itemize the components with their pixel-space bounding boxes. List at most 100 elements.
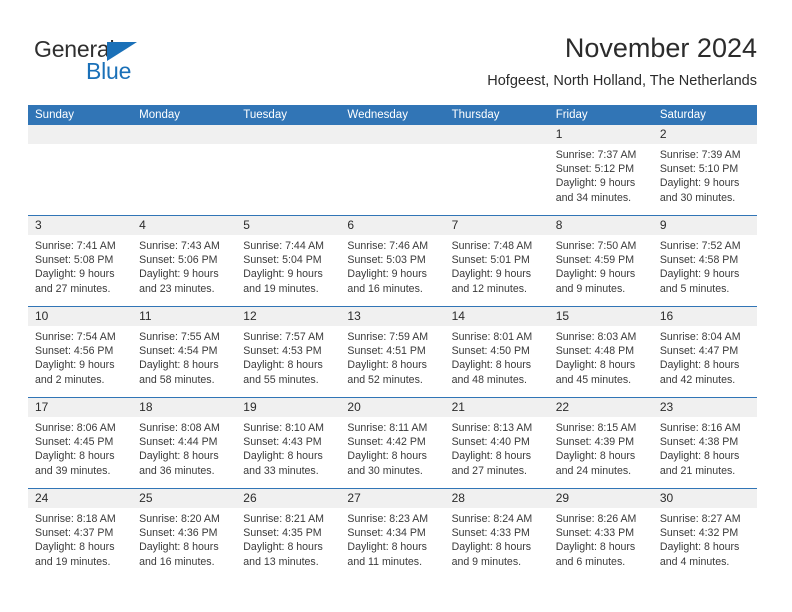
day-number[interactable]: 14 (445, 307, 549, 326)
day-detail-line: Sunrise: 8:26 AM (555, 513, 637, 525)
day-cell[interactable]: Sunrise: 8:23 AM Sunset: 4:34 PM Daylight:… (340, 508, 444, 579)
calendar-week-row: 24 25 26 27 28 29 30 Sunrise: 8:18 AM Sunset: 4:… (28, 488, 757, 579)
general-blue-logo[interactable]: General Blue (34, 36, 264, 88)
day-number[interactable]: 28 (445, 489, 549, 508)
day-detail-line: Sunrise: 8:27 AM (659, 513, 741, 525)
day-cell[interactable]: Sunrise: 7:55 AM Sunset: 4:54 PM Daylight:… (132, 326, 236, 397)
day-number[interactable]: 29 (549, 489, 653, 508)
day-detail-line: Sunset: 4:51 PM (347, 345, 426, 358)
day-number[interactable]: 25 (132, 489, 236, 508)
day-cell[interactable]: Sunrise: 8:11 AM Sunset: 4:42 PM Daylight:… (340, 417, 444, 488)
day-cell[interactable]: Sunrise: 7:59 AM Sunset: 4:51 PM Daylight:… (340, 326, 444, 397)
day-detail-line: Daylight: 8 hours (555, 541, 636, 554)
page-header: General Blue November 2024 Hofgeest, Nor… (0, 0, 792, 100)
day-number[interactable]: 9 (653, 216, 757, 235)
day-detail-line: and 30 minutes. (347, 464, 423, 477)
day-detail-line: Daylight: 9 hours (555, 177, 636, 190)
day-number[interactable]: 13 (340, 307, 444, 326)
day-cell[interactable]: Sunrise: 7:41 AM Sunset: 5:08 PM Daylight:… (28, 235, 132, 306)
day-number[interactable]: 16 (653, 307, 757, 326)
day-number[interactable]: 21 (445, 398, 549, 417)
day-cell[interactable]: Sunrise: 8:24 AM Sunset: 4:33 PM Daylight:… (445, 508, 549, 579)
day-cell[interactable]: Sunrise: 7:39 AM Sunset: 5:10 PM Daylight:… (653, 144, 757, 215)
day-cell[interactable]: Sunrise: 8:13 AM Sunset: 4:40 PM Daylight:… (445, 417, 549, 488)
day-cell[interactable]: Sunrise: 7:44 AM Sunset: 5:04 PM Daylight:… (236, 235, 340, 306)
day-cell[interactable]: Sunrise: 8:18 AM Sunset: 4:37 PM Daylight:… (28, 508, 132, 579)
day-number[interactable]: 24 (28, 489, 132, 508)
day-cell[interactable]: Sunrise: 8:10 AM Sunset: 4:43 PM Daylight:… (236, 417, 340, 488)
empty-day-cell (340, 144, 444, 215)
day-number[interactable]: 1 (549, 125, 653, 144)
day-header-sunday: Sunday (35, 109, 75, 121)
day-detail-line: Daylight: 9 hours (35, 359, 115, 372)
day-cell[interactable]: Sunrise: 8:27 AM Sunset: 4:32 PM Daylight:… (653, 508, 757, 579)
day-detail-line: Sunset: 4:58 PM (659, 254, 739, 267)
day-cell[interactable]: Sunrise: 8:15 AM Sunset: 4:39 PM Daylight:… (549, 417, 653, 488)
day-cell[interactable]: Sunrise: 7:37 AM Sunset: 5:12 PM Daylight:… (549, 144, 653, 215)
day-detail-line: Daylight: 8 hours (243, 359, 323, 372)
day-cell[interactable]: Sunrise: 7:43 AM Sunset: 5:06 PM Daylight:… (132, 235, 236, 306)
day-detail-line: Sunrise: 8:16 AM (659, 422, 741, 434)
day-number[interactable]: 6 (340, 216, 444, 235)
day-number[interactable]: 2 (653, 125, 757, 144)
day-cell[interactable]: Sunrise: 8:26 AM Sunset: 4:33 PM Daylight:… (549, 508, 653, 579)
day-cell[interactable]: Sunrise: 8:06 AM Sunset: 4:45 PM Daylight:… (28, 417, 132, 488)
day-number[interactable]: 27 (340, 489, 444, 508)
day-number[interactable]: 7 (445, 216, 549, 235)
day-detail-line: Sunset: 4:35 PM (243, 527, 322, 540)
day-cell[interactable]: Sunrise: 7:50 AM Sunset: 4:59 PM Daylight:… (549, 235, 653, 306)
day-number[interactable]: 8 (549, 216, 653, 235)
day-number[interactable]: 19 (236, 398, 340, 417)
day-cell[interactable]: Sunrise: 8:04 AM Sunset: 4:47 PM Daylight:… (653, 326, 757, 397)
day-cell[interactable]: Sunrise: 8:16 AM Sunset: 4:38 PM Daylight:… (653, 417, 757, 488)
day-number[interactable]: 11 (132, 307, 236, 326)
week-date-band: 17 18 19 20 21 22 23 (28, 398, 757, 417)
day-cell[interactable]: Sunrise: 8:21 AM Sunset: 4:35 PM Daylight:… (236, 508, 340, 579)
empty-day-cell (28, 144, 132, 215)
day-number[interactable]: 17 (28, 398, 132, 417)
day-number[interactable]: 15 (549, 307, 653, 326)
day-detail-line: Daylight: 8 hours (139, 450, 219, 463)
day-detail-line: Sunrise: 8:11 AM (347, 422, 428, 434)
day-number[interactable]: 22 (549, 398, 653, 417)
day-number[interactable]: 5 (236, 216, 340, 235)
day-number[interactable]: 3 (28, 216, 132, 235)
day-header-tuesday: Tuesday (243, 109, 287, 121)
day-number[interactable]: 26 (236, 489, 340, 508)
week-date-band: 3456789 (28, 216, 757, 235)
day-number[interactable]: 18 (132, 398, 236, 417)
day-number[interactable]: 30 (653, 489, 757, 508)
day-detail-line: Daylight: 8 hours (139, 359, 219, 372)
day-detail-line: Sunrise: 7:41 AM (35, 240, 116, 252)
day-number[interactable]: 4 (132, 216, 236, 235)
day-cell[interactable]: Sunrise: 7:57 AM Sunset: 4:53 PM Daylight:… (236, 326, 340, 397)
week-detail-band: Sunrise: 7:54 AM Sunset: 4:56 PM Daylight:… (28, 326, 757, 397)
day-detail-line: Sunrise: 8:20 AM (139, 513, 220, 525)
day-detail-line: Daylight: 8 hours (555, 359, 636, 372)
day-detail-line: and 23 minutes. (139, 282, 215, 295)
day-detail-line: and 4 minutes. (659, 555, 730, 568)
day-number[interactable]: 10 (28, 307, 132, 326)
day-cell[interactable]: Sunrise: 7:52 AM Sunset: 4:58 PM Daylight:… (653, 235, 757, 306)
day-number[interactable]: 20 (340, 398, 444, 417)
day-number[interactable]: 12 (236, 307, 340, 326)
day-cell[interactable]: Sunrise: 7:48 AM Sunset: 5:01 PM Daylight:… (445, 235, 549, 306)
day-detail-line: and 27 minutes. (451, 464, 527, 477)
day-detail-line: Daylight: 8 hours (659, 450, 740, 463)
day-header-saturday: Saturday (659, 109, 706, 121)
day-detail-line: Sunset: 4:39 PM (555, 436, 635, 449)
day-detail-line: Daylight: 9 hours (555, 268, 636, 281)
day-detail-line: Daylight: 9 hours (139, 268, 219, 281)
day-detail-line: Sunrise: 7:54 AM (35, 331, 116, 343)
day-cell[interactable]: Sunrise: 8:03 AM Sunset: 4:48 PM Daylight:… (549, 326, 653, 397)
day-detail-line: Sunset: 5:06 PM (139, 254, 218, 267)
day-detail-line: and 33 minutes. (243, 464, 319, 477)
day-detail-line: Sunset: 4:44 PM (139, 436, 218, 449)
day-cell[interactable]: Sunrise: 7:46 AM Sunset: 5:03 PM Daylight:… (340, 235, 444, 306)
day-cell[interactable]: Sunrise: 7:54 AM Sunset: 4:56 PM Daylight:… (28, 326, 132, 397)
day-cell[interactable]: Sunrise: 8:08 AM Sunset: 4:44 PM Daylight:… (132, 417, 236, 488)
day-cell[interactable]: Sunrise: 8:20 AM Sunset: 4:36 PM Daylight:… (132, 508, 236, 579)
day-cell[interactable]: Sunrise: 8:01 AM Sunset: 4:50 PM Daylight:… (445, 326, 549, 397)
day-detail-line: Daylight: 9 hours (659, 268, 740, 281)
day-number[interactable]: 23 (653, 398, 757, 417)
